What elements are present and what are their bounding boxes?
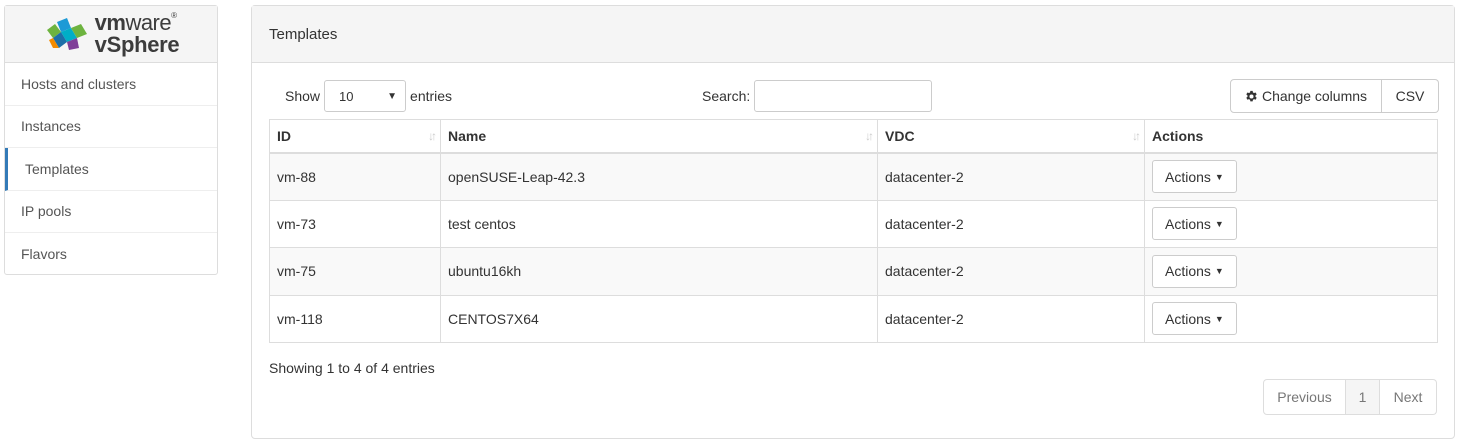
actions-label: Actions <box>1165 263 1211 280</box>
sidebar-item-templates[interactable]: Templates <box>5 148 217 191</box>
actions-dropdown-button[interactable]: Actions ▼ <box>1152 254 1237 288</box>
entries-select-value: 10 <box>339 88 354 104</box>
cell-name: CENTOS7X64 <box>440 294 878 343</box>
sort-icon: ↓↑ <box>1132 129 1141 143</box>
search-label: Search: <box>702 88 751 104</box>
cell-actions: Actions ▼ <box>1144 294 1438 343</box>
actions-label: Actions <box>1165 215 1211 232</box>
table-row: vm-118 CENTOS7X64 datacenter-2 Actions ▼ <box>269 294 1438 343</box>
cell-id: vm-118 <box>269 294 441 343</box>
sidebar-item-instances[interactable]: Instances <box>5 106 217 148</box>
entries-select[interactable]: 10 ▼ <box>324 80 407 112</box>
sidebar-item-flavors[interactable]: Flavors <box>5 233 217 276</box>
actions-label: Actions <box>1165 168 1211 185</box>
previous-page-button[interactable]: Previous <box>1263 379 1346 415</box>
table-row: vm-73 test centos datacenter-2 Actions ▼ <box>269 199 1438 248</box>
actions-dropdown-button[interactable]: Actions ▼ <box>1152 160 1237 193</box>
sidebar: vmware® vSphere Hosts and clusters Insta… <box>4 5 218 275</box>
show-label: Show <box>285 88 321 104</box>
pagination: Previous 1 Next <box>1263 379 1437 415</box>
csv-button[interactable]: CSV <box>1382 79 1439 113</box>
column-header-vdc[interactable]: VDC ↓↑ <box>877 119 1145 154</box>
sidebar-item-label: Templates <box>25 160 89 177</box>
cell-name: openSUSE-Leap-42.3 <box>440 152 878 201</box>
change-columns-button[interactable]: Change columns <box>1230 79 1382 113</box>
column-header-name[interactable]: Name ↓↑ <box>440 119 878 154</box>
column-header-actions: Actions <box>1144 119 1438 154</box>
cell-actions: Actions ▼ <box>1144 199 1438 248</box>
column-header-label: Actions <box>1152 127 1204 144</box>
templates-table: ID ↓↑ Name ↓↑ VDC ↓↑ Actions vm-88 openSUSE… <box>269 119 1438 343</box>
table-header-row: ID ↓↑ Name ↓↑ VDC ↓↑ Actions <box>269 119 1438 154</box>
templates-panel: Templates Show 10 ▼ entries Search: Chan… <box>251 5 1455 439</box>
table-info: Showing 1 to 4 of 4 entries <box>269 360 435 376</box>
table-row: vm-75 ubuntu16kh datacenter-2 Actions ▼ <box>269 247 1438 296</box>
vmware-logo-icon <box>46 18 87 50</box>
caret-down-icon: ▼ <box>1214 266 1224 277</box>
column-button-group: Change columns CSV <box>1230 79 1439 113</box>
cell-vdc: datacenter-2 <box>877 247 1145 296</box>
column-header-label: Name <box>448 127 487 144</box>
actions-label: Actions <box>1165 310 1211 327</box>
entries-length-control: Show 10 ▼ entries <box>285 80 452 112</box>
actions-dropdown-button[interactable]: Actions ▼ <box>1152 302 1237 336</box>
cell-actions: Actions ▼ <box>1144 152 1438 201</box>
entries-label: entries <box>410 88 453 104</box>
cell-vdc: datacenter-2 <box>877 199 1145 248</box>
sort-icon: ↓↑ <box>865 129 874 143</box>
logo-product: vSphere <box>94 32 180 57</box>
cell-id: vm-75 <box>269 247 441 296</box>
cell-id: vm-88 <box>269 152 441 201</box>
table-row: vm-88 openSUSE-Leap-42.3 datacenter-2 Ac… <box>269 152 1438 201</box>
vmware-vsphere-logo: vmware® vSphere <box>5 6 217 63</box>
cell-actions: Actions ▼ <box>1144 247 1438 296</box>
logo-wordmark: vmware® vSphere <box>94 10 180 57</box>
sort-icon: ↓↑ <box>428 129 437 143</box>
search-control: Search: <box>702 80 933 112</box>
actions-dropdown-button[interactable]: Actions ▼ <box>1152 207 1237 241</box>
caret-down-icon: ▼ <box>1214 171 1224 182</box>
cell-vdc: datacenter-2 <box>877 152 1145 201</box>
page-1-button[interactable]: 1 <box>1346 379 1380 415</box>
column-header-label: ID <box>277 127 291 144</box>
table-toolbar: Show 10 ▼ entries Search: Change columns… <box>269 79 1439 113</box>
sidebar-item-label: IP pools <box>21 203 72 220</box>
sidebar-item-label: Instances <box>21 118 81 135</box>
sidebar-item-ip-pools[interactable]: IP pools <box>5 191 217 233</box>
csv-label: CSV <box>1395 88 1425 104</box>
cell-id: vm-73 <box>269 199 441 248</box>
caret-down-icon: ▼ <box>1214 218 1224 229</box>
chevron-down-icon: ▼ <box>387 90 398 102</box>
caret-down-icon: ▼ <box>1214 313 1224 324</box>
cell-name: test centos <box>440 199 878 248</box>
column-header-id[interactable]: ID ↓↑ <box>269 119 441 154</box>
column-header-label: VDC <box>885 127 915 144</box>
cell-name: ubuntu16kh <box>440 247 878 296</box>
sidebar-item-label: Hosts and clusters <box>21 75 137 92</box>
change-columns-label: Change columns <box>1261 88 1368 104</box>
sidebar-item-hosts-and-clusters[interactable]: Hosts and clusters <box>5 63 217 106</box>
panel-title: Templates <box>252 6 1454 63</box>
gear-icon <box>1246 90 1257 101</box>
search-input[interactable] <box>754 80 933 112</box>
cell-vdc: datacenter-2 <box>877 294 1145 343</box>
next-page-button[interactable]: Next <box>1380 379 1437 415</box>
sidebar-item-label: Flavors <box>21 246 67 263</box>
